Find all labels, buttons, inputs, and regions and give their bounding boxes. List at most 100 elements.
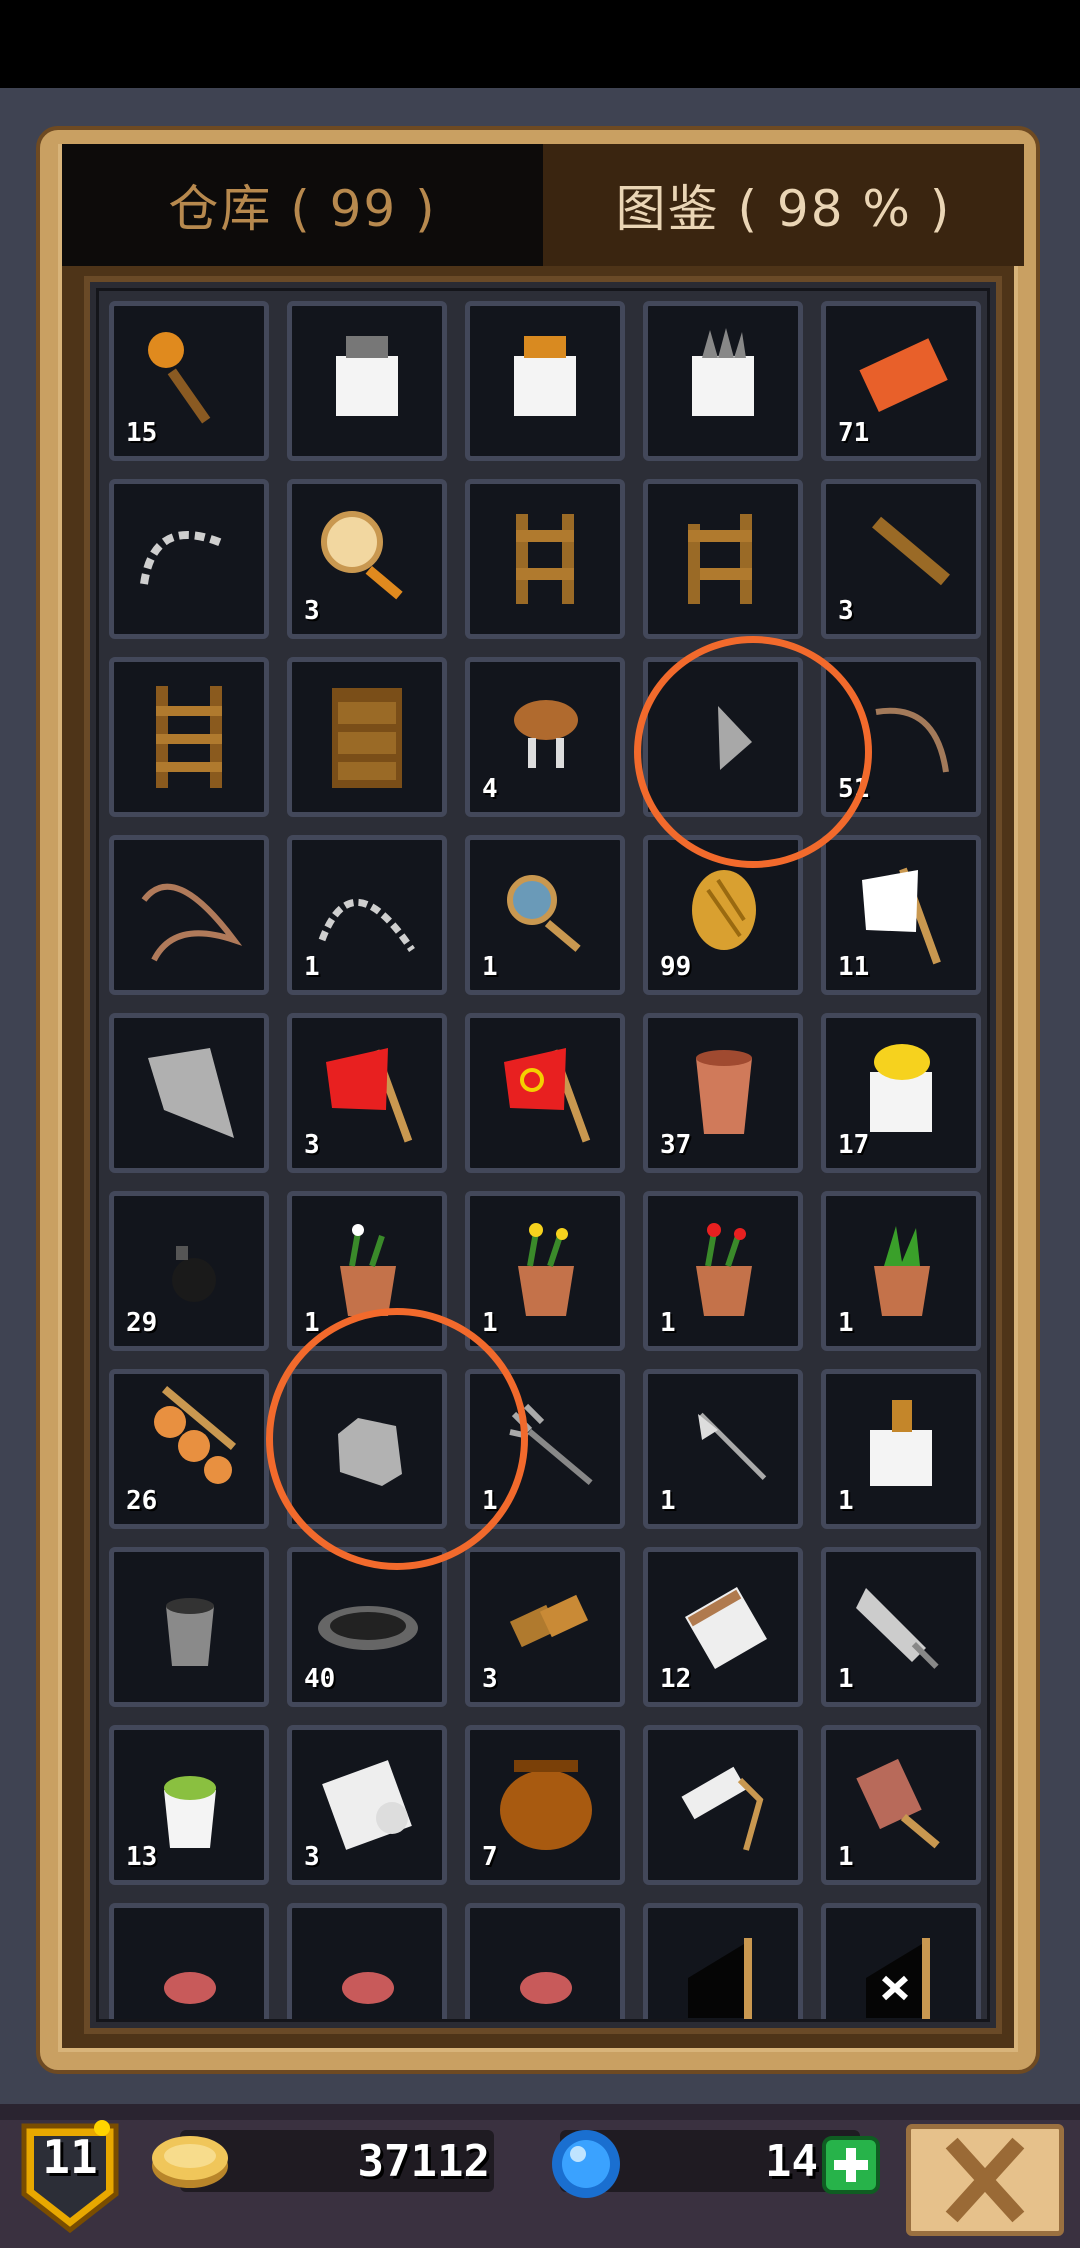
inventory-slot[interactable]	[287, 301, 447, 461]
item-count: 1	[838, 1664, 854, 1694]
gem-icon	[552, 2130, 620, 2198]
inventory-slot[interactable]: 4	[465, 657, 625, 817]
item-count: 3	[838, 596, 854, 626]
item-grid[interactable]: 15 71 3 3 4 51 1 1 99 11 3 37 17 29 1 1 1 1 26 1 1 1 40 3 12 1 13 3…	[96, 288, 990, 2022]
inventory-slot[interactable]	[643, 479, 803, 639]
chain-icon	[140, 531, 226, 585]
paint-roller-icon	[681, 1766, 764, 1851]
inventory-slot[interactable]: 1	[643, 1191, 803, 1351]
inventory-slot[interactable]: 37	[643, 1013, 803, 1173]
item-count: 51	[838, 774, 870, 804]
pelt-gray-icon	[336, 336, 398, 416]
tab-catalog[interactable]: 图鉴 ( 98 % )	[543, 144, 1024, 266]
inventory-slot[interactable]: 11	[821, 835, 981, 995]
inventory-slot[interactable]	[109, 1903, 269, 2019]
meat-icon	[164, 1972, 216, 2004]
item-count: 11	[838, 952, 870, 982]
inventory-slot[interactable]: 71	[821, 301, 981, 461]
gray-stone-icon	[338, 1418, 402, 1486]
inventory-slot[interactable]	[109, 835, 269, 995]
item-count: 3	[304, 1842, 320, 1872]
inventory-slot[interactable]	[109, 657, 269, 817]
level-value: 11	[42, 2130, 98, 2184]
item-count: 3	[482, 1664, 498, 1694]
item-count: 1	[838, 1486, 854, 1516]
item-count: 1	[838, 1308, 854, 1338]
inventory-slot[interactable]: 17	[821, 1013, 981, 1173]
item-count: 37	[660, 1130, 692, 1160]
meat-icon	[342, 1972, 394, 2004]
inventory-slot[interactable]: 1	[643, 1369, 803, 1529]
item-count: 71	[838, 418, 870, 448]
inventory-panel: 仓库 ( 99 ) 图鉴 ( 98 % ) 15 71 3 3 4 51 1 1 99 11 3 37…	[36, 126, 1040, 2074]
item-count: 13	[126, 1842, 158, 1872]
inventory-slot[interactable]	[109, 1547, 269, 1707]
inventory-slot[interactable]	[465, 1013, 625, 1173]
close-button[interactable]	[906, 2124, 1064, 2236]
inventory-slot[interactable]: 3	[287, 1013, 447, 1173]
item-grid-frame: 15 71 3 3 4 51 1 1 99 11 3 37 17 29 1 1 1 1 26 1 1 1 40 3 12 1 13 3…	[84, 276, 1002, 2034]
inventory-slot[interactable]: 1	[465, 1369, 625, 1529]
pelt-orange-icon	[514, 336, 576, 416]
inventory-slot[interactable]	[465, 301, 625, 461]
inventory-slot[interactable]: 3	[287, 1725, 447, 1885]
wooden-frame-icon	[516, 514, 574, 604]
inventory-slot[interactable]	[643, 301, 803, 461]
inventory-slot[interactable]: 1	[287, 1191, 447, 1351]
inventory-slot[interactable]	[821, 1903, 981, 2019]
inventory-slot[interactable]: 1	[465, 1191, 625, 1351]
item-count: 3	[304, 1130, 320, 1160]
inventory-slot[interactable]: 3	[821, 479, 981, 639]
inventory-slot[interactable]: 1	[821, 1191, 981, 1351]
inventory-slot[interactable]	[287, 1369, 447, 1529]
inventory-slot[interactable]	[109, 479, 269, 639]
inventory-slot[interactable]: 1	[465, 835, 625, 995]
item-count: 40	[304, 1664, 336, 1694]
whip-icon	[141, 883, 243, 962]
wooden-frame-broken-icon	[688, 514, 752, 604]
gray-shard-icon	[718, 706, 752, 770]
inventory-slot[interactable]	[643, 1903, 803, 2019]
inventory-slot[interactable]	[643, 1725, 803, 1885]
inventory-slot[interactable]	[287, 657, 447, 817]
inventory-slot[interactable]: 15	[109, 301, 269, 461]
gem-count: 14	[765, 2136, 818, 2187]
inventory-slot[interactable]: 12	[643, 1547, 803, 1707]
flag-gray-icon	[148, 1048, 234, 1138]
inventory-slot[interactable]: 29	[109, 1191, 269, 1351]
inventory-slot[interactable]: 51	[821, 657, 981, 817]
item-count: 1	[660, 1308, 676, 1338]
tab-bar: 仓库 ( 99 ) 图鉴 ( 98 % )	[62, 144, 1024, 266]
inventory-slot[interactable]: 1	[821, 1369, 981, 1529]
inventory-slot[interactable]: 40	[287, 1547, 447, 1707]
item-count: 1	[838, 1842, 854, 1872]
item-count: 1	[660, 1486, 676, 1516]
add-gems-button[interactable]	[822, 2136, 880, 2194]
bucket-icon	[166, 1598, 214, 1666]
inventory-slot[interactable]: 1	[821, 1547, 981, 1707]
inventory-slot[interactable]: 7	[465, 1725, 625, 1885]
inventory-slot[interactable]: 1	[821, 1725, 981, 1885]
item-count: 17	[838, 1130, 870, 1160]
item-count: 1	[304, 1308, 320, 1338]
status-bar	[0, 0, 1080, 88]
inventory-slot[interactable]: 3	[465, 1547, 625, 1707]
inventory-slot[interactable]: 13	[109, 1725, 269, 1885]
tab-storage[interactable]: 仓库 ( 99 )	[62, 144, 543, 266]
inventory-slot[interactable]	[643, 657, 803, 817]
inventory-slot[interactable]: 99	[643, 835, 803, 995]
item-count: 15	[126, 418, 158, 448]
pelt-spiky-icon	[692, 328, 754, 416]
inventory-slot[interactable]: 3	[287, 479, 447, 639]
inventory-slot[interactable]	[465, 479, 625, 639]
inventory-slot[interactable]	[109, 1013, 269, 1173]
close-icon	[945, 2137, 1025, 2223]
flag-hammer-sickle-icon	[504, 1048, 591, 1143]
inventory-slot[interactable]	[287, 1903, 447, 2019]
inventory-slot[interactable]: 1	[287, 835, 447, 995]
inventory-slot[interactable]: 26	[109, 1369, 269, 1529]
bottom-rail	[0, 2104, 1080, 2120]
inventory-slot[interactable]	[465, 1903, 625, 2019]
item-count: 26	[126, 1486, 158, 1516]
wooden-shelf-icon	[332, 688, 402, 788]
